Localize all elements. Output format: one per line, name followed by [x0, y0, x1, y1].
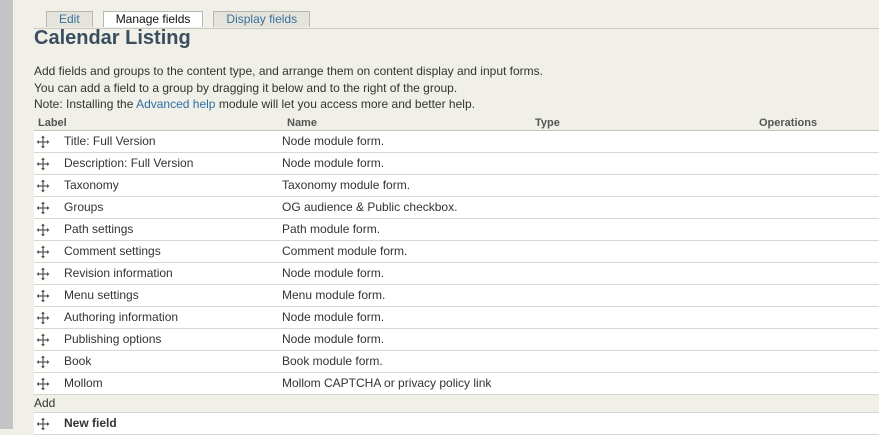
field-name: Book module form.: [282, 354, 383, 368]
move-arrows-icon[interactable]: [36, 245, 50, 259]
tab-display-fields[interactable]: Display fields: [213, 11, 311, 27]
field-label: Title: Full Version: [64, 134, 156, 148]
fields-table: Label Name Type Operations Title: Full V…: [34, 117, 879, 435]
field-label: Description: Full Version: [64, 156, 194, 170]
table-row[interactable]: Title: Full Version Node module form.: [34, 131, 879, 153]
field-name: Menu module form.: [282, 288, 386, 302]
table-row[interactable]: Description: Full Version Node module for…: [34, 153, 879, 175]
header-name: Name: [287, 117, 317, 129]
table-body: Title: Full Version Node module form. Desc…: [34, 131, 879, 395]
move-arrows-icon[interactable]: [36, 223, 50, 237]
tab-manage-fields[interactable]: Manage fields: [102, 11, 204, 27]
tabs: Edit Manage fields Display fields: [46, 11, 311, 28]
new-field-label: New field: [64, 416, 117, 430]
table-row[interactable]: Mollom Mollom CAPTCHA or privacy policy l…: [34, 373, 879, 395]
field-label: Authoring information: [64, 310, 179, 324]
move-arrows-icon[interactable]: [36, 311, 50, 325]
field-label: Comment settings: [64, 244, 161, 258]
field-label: Path settings: [64, 222, 134, 236]
move-arrows-icon[interactable]: [36, 179, 50, 193]
move-arrows-icon[interactable]: [36, 355, 50, 369]
move-arrows-icon[interactable]: [36, 157, 50, 171]
header-label: Label: [38, 117, 67, 129]
move-arrows-icon[interactable]: [36, 267, 50, 281]
header-operations: Operations: [759, 117, 818, 129]
field-label: Groups: [64, 200, 104, 214]
table-row[interactable]: Menu settings Menu module form.: [34, 285, 879, 307]
table-row[interactable]: Taxonomy Taxonomy module form.: [34, 175, 879, 197]
left-edge-bar: [0, 0, 13, 429]
help-text: Add fields and groups to the content typ…: [34, 63, 543, 113]
table-row[interactable]: Revision information Node module form.: [34, 263, 879, 285]
header-type: Type: [535, 117, 560, 129]
help-line-3-before: Note: Installing the: [34, 97, 137, 111]
add-row-label: Add: [34, 395, 879, 413]
field-name: Taxonomy module form.: [282, 178, 411, 192]
field-name: Node module form.: [282, 156, 385, 170]
help-line-1: Add fields and groups to the content typ…: [34, 64, 543, 78]
field-label: Menu settings: [64, 288, 139, 302]
field-label: Book: [64, 354, 92, 368]
move-arrows-icon[interactable]: [36, 201, 50, 215]
move-arrows-icon[interactable]: [36, 135, 50, 149]
field-label: Publishing options: [64, 332, 162, 346]
table-header: Label Name Type Operations: [34, 117, 879, 131]
field-name: Comment module form.: [282, 244, 408, 258]
field-name: Node module form.: [282, 134, 385, 148]
field-name: Node module form.: [282, 310, 385, 324]
field-name: Path module form.: [282, 222, 381, 236]
move-arrows-icon[interactable]: [36, 333, 50, 347]
field-label: Mollom: [64, 376, 103, 390]
help-line-3-after: module will let you access more and bett…: [215, 97, 475, 111]
field-label: Taxonomy: [64, 178, 119, 192]
field-name: Node module form.: [282, 266, 385, 280]
move-arrows-icon[interactable]: [36, 289, 50, 303]
help-line-3: Note: Installing the Advanced help modul…: [34, 96, 543, 113]
table-row[interactable]: Publishing options Node module form.: [34, 329, 879, 351]
table-row[interactable]: Comment settings Comment module form.: [34, 241, 879, 263]
table-row[interactable]: Path settings Path module form.: [34, 219, 879, 241]
advanced-help-link[interactable]: Advanced help: [136, 97, 215, 111]
move-arrows-icon[interactable]: [36, 377, 50, 391]
field-label: Revision information: [64, 266, 173, 280]
tab-edit[interactable]: Edit: [46, 11, 93, 27]
field-name: OG audience & Public checkbox.: [282, 200, 458, 214]
field-name: Node module form.: [282, 332, 385, 346]
new-field-row[interactable]: New field: [34, 413, 879, 435]
field-name: Mollom CAPTCHA or privacy policy link: [282, 376, 492, 390]
main-content: Edit Manage fields Display fields Calend…: [34, 0, 879, 435]
table-row[interactable]: Authoring information Node module form.: [34, 307, 879, 329]
help-line-2: You can add a field to a group by draggi…: [34, 80, 458, 95]
page-title: Calendar Listing: [34, 27, 191, 49]
table-row[interactable]: Groups OG audience & Public checkbox.: [34, 197, 879, 219]
table-row[interactable]: Book Book module form.: [34, 351, 879, 373]
